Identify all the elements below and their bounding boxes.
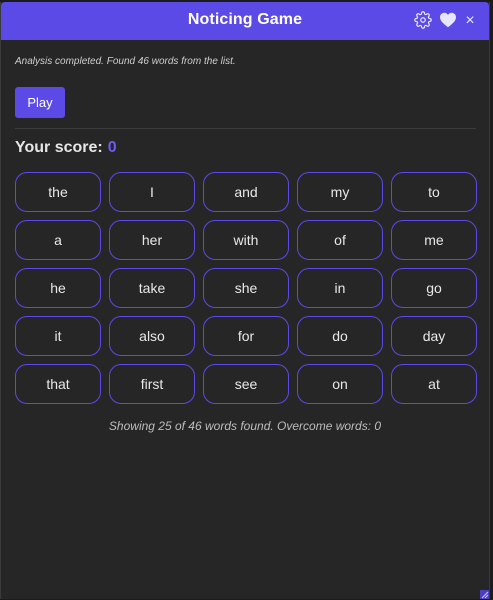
title-bar[interactable]: Noticing Game ×: [1, 2, 489, 40]
score-value: 0: [107, 139, 117, 156]
noticing-game-window: Noticing Game × Analysis completed. Foun…: [0, 2, 490, 599]
status-message: Analysis completed. Found 46 words from …: [15, 56, 236, 67]
word-button[interactable]: and: [203, 172, 289, 212]
word-button[interactable]: at: [391, 364, 477, 404]
words-summary: Showing 25 of 46 words found. Overcome w…: [108, 419, 382, 433]
score-display: Your score: 0: [15, 139, 117, 157]
close-icon[interactable]: ×: [463, 11, 477, 29]
word-button[interactable]: day: [391, 316, 477, 356]
word-button[interactable]: also: [109, 316, 195, 356]
word-button[interactable]: of: [297, 220, 383, 260]
word-button[interactable]: go: [391, 268, 477, 308]
word-button[interactable]: in: [297, 268, 383, 308]
resize-grip-icon[interactable]: [480, 590, 489, 599]
word-button[interactable]: she: [203, 268, 289, 308]
word-grid: the I and my to a her with of me he take…: [15, 172, 477, 404]
score-label: Your score:: [15, 139, 103, 156]
word-button[interactable]: to: [391, 172, 477, 212]
word-button[interactable]: with: [203, 220, 289, 260]
word-button[interactable]: first: [109, 364, 195, 404]
word-button[interactable]: do: [297, 316, 383, 356]
word-button[interactable]: he: [15, 268, 101, 308]
word-button[interactable]: my: [297, 172, 383, 212]
word-button[interactable]: the: [15, 172, 101, 212]
word-button[interactable]: her: [109, 220, 195, 260]
heart-icon[interactable]: [439, 12, 457, 30]
word-button[interactable]: it: [15, 316, 101, 356]
word-button[interactable]: I: [109, 172, 195, 212]
word-button[interactable]: that: [15, 364, 101, 404]
word-button[interactable]: on: [297, 364, 383, 404]
divider: [15, 128, 476, 129]
gear-icon[interactable]: [414, 11, 432, 29]
word-button[interactable]: me: [391, 220, 477, 260]
word-button[interactable]: for: [203, 316, 289, 356]
word-button[interactable]: see: [203, 364, 289, 404]
word-button[interactable]: a: [15, 220, 101, 260]
play-button[interactable]: Play: [15, 87, 65, 118]
word-button[interactable]: take: [109, 268, 195, 308]
